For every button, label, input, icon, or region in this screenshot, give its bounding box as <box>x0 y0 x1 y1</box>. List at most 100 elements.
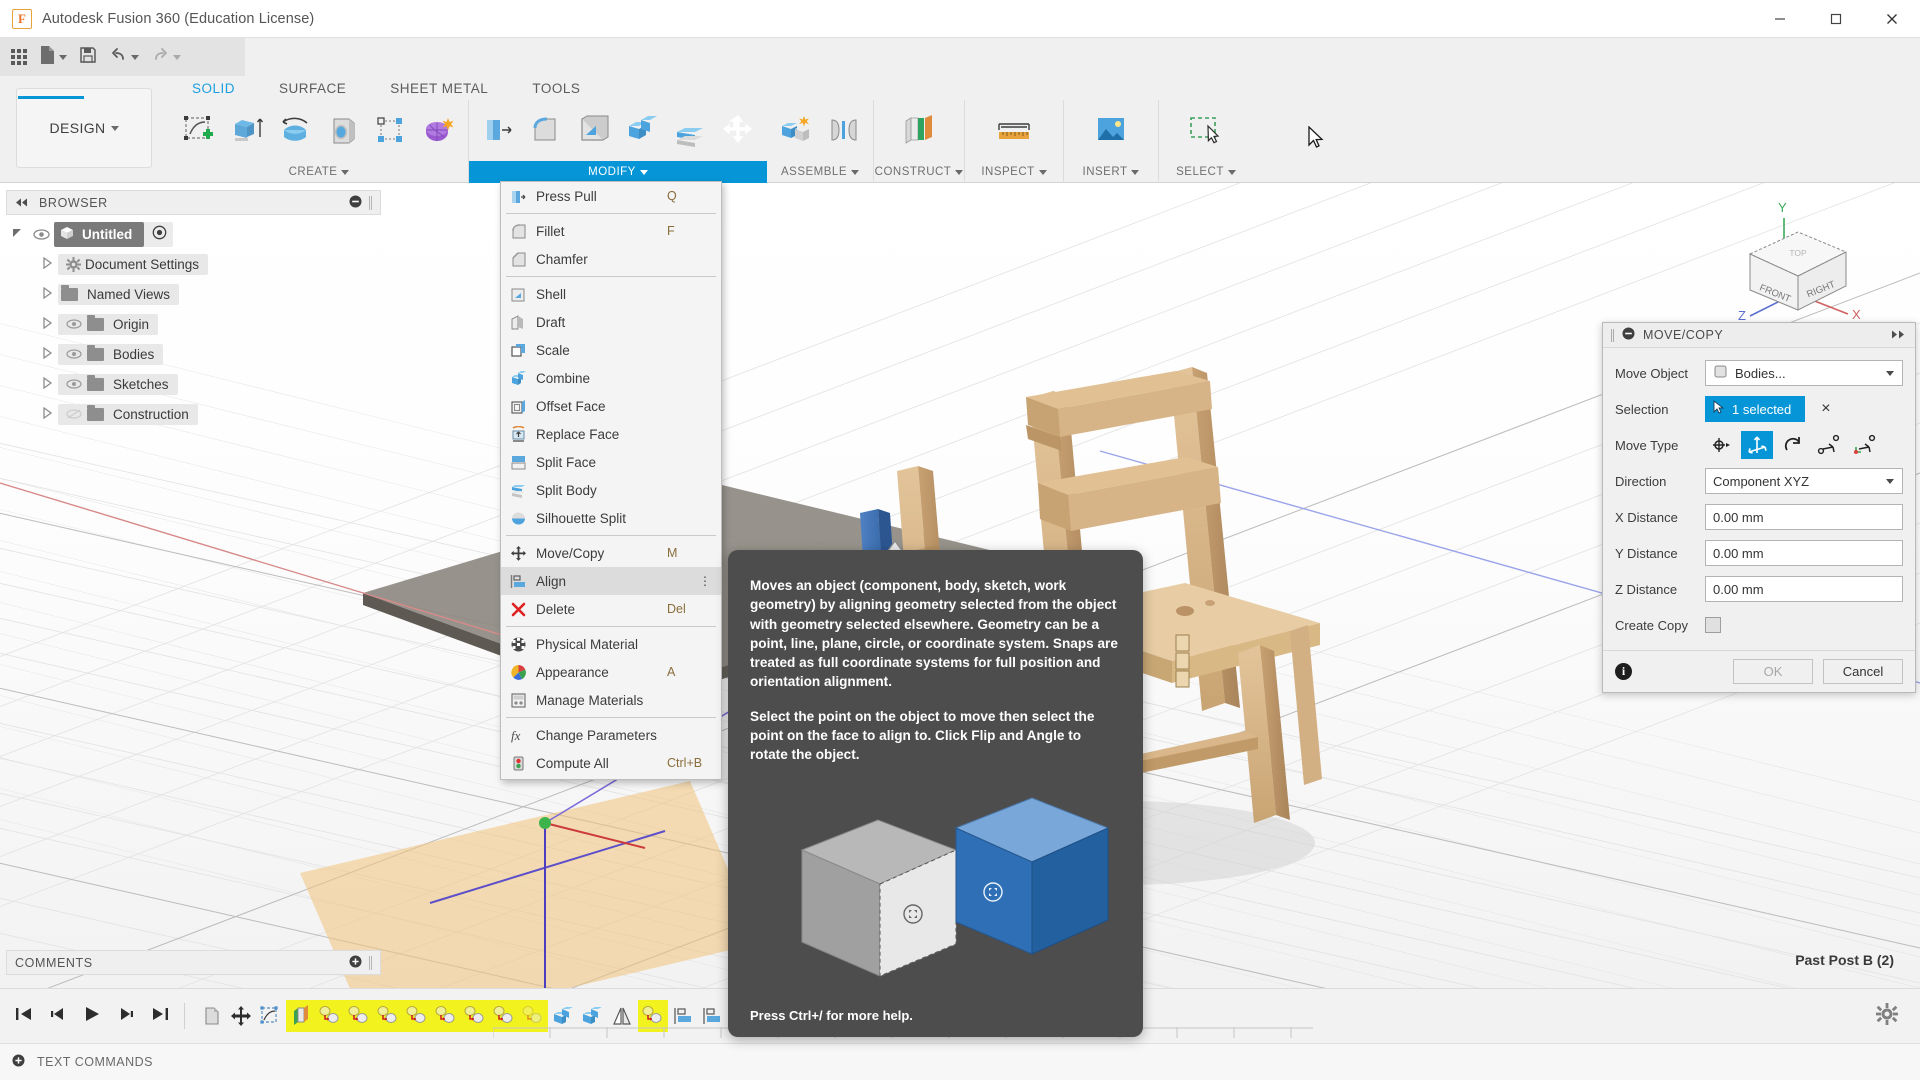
play-icon[interactable] <box>82 1005 102 1028</box>
joint-feature-icon[interactable] <box>491 1002 517 1030</box>
extrude-feature-icon[interactable] <box>288 1002 314 1030</box>
joint-feature-icon[interactable] <box>462 1002 488 1030</box>
target-icon[interactable] <box>152 225 167 243</box>
rotate-icon[interactable] <box>1777 431 1809 459</box>
menu-item-appearance[interactable]: Appearance A <box>501 658 721 686</box>
fillet-icon[interactable] <box>523 104 569 156</box>
redo-button[interactable] <box>146 42 186 72</box>
triangle-expanded-icon[interactable] <box>6 227 28 242</box>
menu-item-manage-materials[interactable]: Manage Materials <box>501 686 721 714</box>
panel-label-construct[interactable]: CONSTRUCT <box>874 161 964 183</box>
panel-label-modify[interactable]: MODIFY <box>469 161 767 183</box>
go-to-start-icon[interactable] <box>14 1005 34 1028</box>
point-to-point-icon[interactable] <box>1813 431 1845 459</box>
combine-icon[interactable] <box>619 104 665 156</box>
selection-button[interactable]: 1 selected <box>1705 396 1806 422</box>
menu-item-combine[interactable]: Combine <box>501 364 721 392</box>
minus-circle-icon[interactable] <box>1622 327 1635 343</box>
free-move-icon[interactable] <box>1705 431 1737 459</box>
z-distance-input[interactable]: 0.00 mm <box>1705 576 1903 602</box>
menu-item-shell[interactable]: Shell <box>501 280 721 308</box>
new-component-icon[interactable] <box>773 104 819 156</box>
view-cube[interactable]: Z X Y FRONT RIGHT TOP <box>1720 188 1890 328</box>
info-icon[interactable]: i <box>1615 663 1632 680</box>
mirror-feature-icon[interactable] <box>609 1002 635 1030</box>
menu-item-align[interactable]: Align ⋮ <box>501 567 721 595</box>
create-copy-checkbox[interactable] <box>1705 617 1721 633</box>
split-body-icon[interactable] <box>667 104 713 156</box>
browser-root-node[interactable]: Untitled <box>6 219 381 249</box>
menu-item-physical-material[interactable]: Physical Material <box>501 630 721 658</box>
eye-icon[interactable] <box>61 349 87 359</box>
menu-item-press-pull[interactable]: Press Pull Q <box>501 182 721 210</box>
press-pull-icon[interactable] <box>475 104 521 156</box>
browser-item-named-views[interactable]: Named Views <box>6 279 381 309</box>
maximize-button[interactable] <box>1808 0 1864 38</box>
menu-item-replace-face[interactable]: Replace Face <box>501 420 721 448</box>
panel-label-create[interactable]: CREATE <box>170 161 468 183</box>
save-button[interactable] <box>74 42 102 72</box>
measure-icon[interactable] <box>991 104 1037 156</box>
double-chevron-right-icon[interactable] <box>1891 328 1907 342</box>
combine-feature-icon[interactable] <box>580 1002 606 1030</box>
offset-plane-icon[interactable] <box>896 104 942 156</box>
combine-feature-icon[interactable] <box>551 1002 577 1030</box>
triangle-collapsed-icon[interactable] <box>36 256 58 272</box>
joint-feature-icon[interactable] <box>317 1002 343 1030</box>
joint-feature-icon[interactable] <box>640 1002 666 1030</box>
shell-icon[interactable] <box>571 104 617 156</box>
clear-selection-button[interactable]: × <box>1821 400 1830 418</box>
body-icon[interactable] <box>199 1002 225 1030</box>
undo-button[interactable] <box>104 42 144 72</box>
menu-item-chamfer[interactable]: Chamfer <box>501 245 721 273</box>
joint-feature-icon[interactable] <box>346 1002 372 1030</box>
menu-item-fillet[interactable]: Fillet F <box>501 217 721 245</box>
browser-resize-handle[interactable] <box>369 195 372 210</box>
menu-item-change-parameters[interactable]: fx Change Parameters <box>501 721 721 749</box>
hole-icon[interactable] <box>320 104 366 156</box>
direction-dropdown[interactable]: Component XYZ <box>1705 468 1903 494</box>
eye-icon[interactable] <box>61 319 87 329</box>
sketch-icon[interactable] <box>257 1002 283 1030</box>
browser-item-origin[interactable]: Origin <box>6 309 381 339</box>
tab-sheet-metal[interactable]: SHEET METAL <box>368 78 510 101</box>
move-icon[interactable] <box>228 1002 254 1030</box>
create-sketch-icon[interactable] <box>176 104 222 156</box>
panel-label-assemble[interactable]: ASSEMBLE <box>767 161 873 183</box>
revolve-icon[interactable] <box>272 104 318 156</box>
browser-item-construction[interactable]: Construction <box>6 399 381 429</box>
plus-circle-icon[interactable] <box>12 1054 25 1070</box>
triangle-collapsed-icon[interactable] <box>36 316 58 332</box>
minus-circle-icon[interactable] <box>349 195 362 211</box>
comments-panel[interactable]: COMMENTS <box>6 950 381 975</box>
tab-tools[interactable]: TOOLS <box>510 78 602 101</box>
tab-surface[interactable]: SURFACE <box>257 78 368 101</box>
browser-item-sketches[interactable]: Sketches <box>6 369 381 399</box>
pattern-icon[interactable] <box>368 104 414 156</box>
insert-image-icon[interactable] <box>1088 104 1134 156</box>
browser-item-document-settings[interactable]: Document Settings <box>6 249 381 279</box>
workspace-selector[interactable]: DESIGN <box>16 88 152 168</box>
comments-resize-handle[interactable] <box>369 955 372 970</box>
joint-feature-icon[interactable] <box>404 1002 430 1030</box>
joint-icon[interactable] <box>821 104 867 156</box>
app-grid-button[interactable] <box>6 42 32 72</box>
cancel-button[interactable]: Cancel <box>1823 659 1903 684</box>
gear-icon[interactable] <box>1876 1002 1898 1030</box>
menu-item-compute-all[interactable]: Compute All Ctrl+B <box>501 749 721 777</box>
point-to-position-icon[interactable] <box>1849 431 1881 459</box>
modify-dropdown-menu[interactable]: Press Pull Q Fillet F Chamfer Shell Draf… <box>500 181 722 780</box>
align-feature-icon[interactable] <box>700 1002 726 1030</box>
move-copy-icon[interactable] <box>715 104 761 156</box>
new-file-button[interactable] <box>34 42 72 72</box>
menu-item-silhouette-split[interactable]: Silhouette Split <box>501 504 721 532</box>
form-icon[interactable] <box>416 104 462 156</box>
joint-feature-icon[interactable] <box>375 1002 401 1030</box>
step-forward-icon[interactable] <box>116 1005 136 1028</box>
align-feature-icon[interactable] <box>671 1002 697 1030</box>
minimize-button[interactable] <box>1752 0 1808 38</box>
menu-item-move-copy[interactable]: Move/Copy M <box>501 539 721 567</box>
triangle-collapsed-icon[interactable] <box>36 346 58 362</box>
panel-label-inspect[interactable]: INSPECT <box>965 161 1063 183</box>
move-object-dropdown[interactable]: Bodies... <box>1705 360 1903 386</box>
